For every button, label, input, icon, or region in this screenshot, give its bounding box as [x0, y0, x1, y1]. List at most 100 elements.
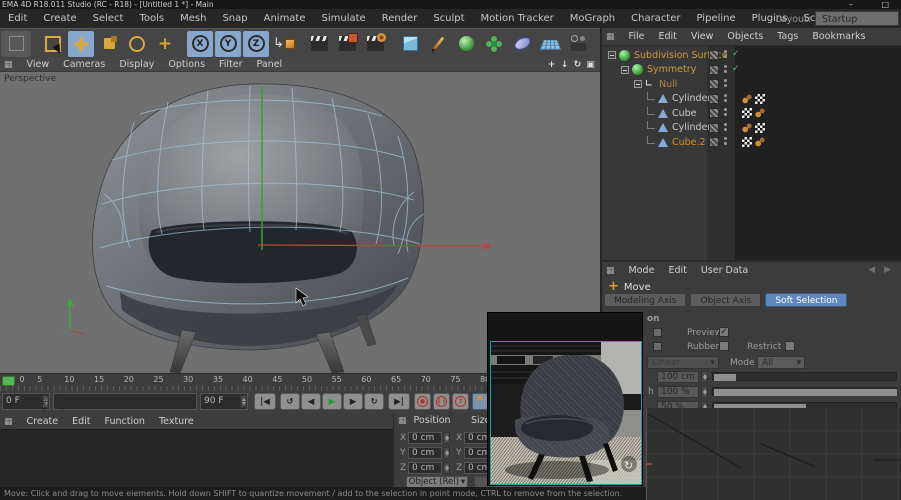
rotate-tool-button[interactable] [124, 31, 150, 57]
next-frame-button[interactable]: ▶ [343, 393, 363, 410]
rubber-key-checkbox[interactable] [653, 342, 662, 351]
object-manager-menu-view[interactable]: View [684, 28, 721, 46]
viewport-menu-cameras[interactable]: Cameras [56, 58, 112, 72]
record-active-objects-button[interactable]: ● [414, 393, 431, 410]
empty-tool-slot-button[interactable] [1, 31, 31, 57]
tab-object-axis[interactable]: Object Axis [690, 293, 761, 307]
texture-tag-icon[interactable] [755, 123, 765, 133]
loop-button[interactable]: ↻ [364, 393, 384, 410]
restore-button[interactable]: □ [881, 0, 889, 9]
phong-tag-icon[interactable] [755, 137, 765, 147]
position-z-field[interactable]: 0 cm [408, 462, 442, 474]
play-forwards-button[interactable]: ▶ [322, 393, 342, 410]
mesh-object-icon[interactable] [658, 109, 668, 118]
viewport-menu-display[interactable]: Display [112, 58, 161, 72]
render-view-button[interactable] [306, 31, 332, 57]
object-manager-menu-edit[interactable]: Edit [651, 28, 683, 46]
expander-icon[interactable] [621, 66, 629, 74]
falloff-curve-graph[interactable] [646, 408, 901, 500]
expander-icon[interactable] [634, 80, 642, 88]
viewport-panel-grid-icon[interactable]: ▦ [0, 60, 17, 70]
layer-toggle-icon[interactable] [709, 137, 719, 147]
phong-tag-icon[interactable] [755, 108, 765, 118]
attribute-manager-grid-icon[interactable]: ▦ [602, 266, 619, 276]
expander-icon[interactable] [608, 51, 616, 59]
render-settings-button[interactable] [362, 31, 388, 57]
goto-start-button[interactable]: |◀ [254, 393, 276, 410]
menu-motion-tracker[interactable]: Motion Tracker [473, 9, 562, 28]
strength-field[interactable]: 100 % [657, 386, 699, 398]
object-manager-grid-icon[interactable]: ▦ [602, 32, 619, 42]
position-stepper[interactable] [443, 447, 450, 459]
preview-key-checkbox[interactable] [653, 328, 662, 337]
menu-edit[interactable]: Edit [0, 9, 35, 28]
object-manager-menu-tags[interactable]: Tags [770, 28, 805, 46]
menu-simulate[interactable]: Simulate [314, 9, 374, 28]
keying-icon[interactable]: * [472, 393, 488, 410]
add-camera-button[interactable] [565, 31, 591, 57]
viewport-toggle-icon[interactable]: ▣ [584, 58, 597, 72]
material-manager-menu-create[interactable]: Create [20, 413, 66, 430]
object-manager-menu-file[interactable]: File [622, 28, 652, 46]
recent-tool-button[interactable] [152, 31, 178, 57]
layout-dropdown[interactable]: Startup [815, 11, 899, 26]
radius-field[interactable]: 100 cm [657, 371, 699, 383]
viewport-rotate-icon[interactable]: ↻ [571, 58, 584, 72]
timeline-playhead[interactable] [2, 376, 15, 386]
lock-y-axis-button[interactable]: Y [215, 31, 241, 57]
menu-mograph[interactable]: MoGraph [562, 9, 623, 28]
visibility-dots-icon[interactable] [724, 123, 727, 126]
mode-dropdown[interactable]: All [757, 356, 805, 369]
layer-toggle-icon[interactable] [709, 65, 719, 75]
object-manager-menu-bookmarks[interactable]: Bookmarks [805, 28, 872, 46]
scale-tool-button[interactable] [96, 31, 122, 57]
generator-object-icon[interactable] [619, 50, 630, 61]
menu-pipeline[interactable]: Pipeline [689, 9, 744, 28]
keyframe-selection-button[interactable]: ? [452, 393, 469, 410]
menu-snap[interactable]: Snap [214, 9, 255, 28]
rubber-checkbox[interactable] [719, 341, 729, 351]
add-mograph-object-button[interactable] [481, 31, 507, 57]
material-manager[interactable]: ▦ CreateEditFunctionTexture [0, 413, 393, 487]
radius-stepper[interactable] [701, 371, 708, 383]
render-picture-viewer-button[interactable] [334, 31, 360, 57]
visibility-dots-icon[interactable] [724, 65, 727, 68]
phong-tag-icon[interactable] [742, 123, 752, 133]
viewport-camera-label[interactable]: Perspective [4, 74, 56, 84]
coordinates-grid-icon[interactable]: ▦ [394, 416, 411, 426]
restrict-checkbox[interactable] [785, 341, 795, 351]
coordinate-system-button[interactable] [271, 31, 297, 57]
layer-toggle-icon[interactable] [709, 50, 719, 60]
visibility-dots-icon[interactable] [724, 94, 727, 97]
object-manager-menu-objects[interactable]: Objects [720, 28, 770, 46]
position-x-field[interactable]: 0 cm [408, 432, 442, 444]
goto-end-button[interactable]: ▶| [388, 393, 410, 410]
visibility-dots-icon[interactable] [724, 79, 727, 82]
minimize-button[interactable]: – [849, 0, 853, 9]
object-name[interactable]: Cylinder [672, 92, 711, 105]
strength-slider[interactable] [712, 387, 897, 396]
visibility-dots-icon[interactable] [724, 50, 727, 53]
menu-render[interactable]: Render [374, 9, 426, 28]
menu-tools[interactable]: Tools [131, 9, 172, 28]
mesh-object-icon[interactable] [658, 138, 668, 147]
object-row-cube-2[interactable]: Cube.2 [602, 135, 901, 149]
material-manager-menu-function[interactable]: Function [98, 413, 152, 430]
layer-toggle-icon[interactable] [709, 79, 719, 89]
position-y-field[interactable]: 0 cm [408, 447, 442, 459]
viewport-menu-view[interactable]: View [20, 58, 57, 72]
visibility-dots-icon[interactable] [724, 108, 727, 111]
position-stepper[interactable] [443, 462, 450, 474]
preview-checkbox[interactable]: ✓ [719, 327, 729, 337]
move-tool-button[interactable] [68, 31, 94, 57]
falloff-dropdown[interactable]: Linear [647, 356, 719, 369]
enabled-check-icon[interactable]: ✓ [732, 48, 740, 61]
viewport-menu-panel[interactable]: Panel [250, 58, 290, 72]
layer-toggle-icon[interactable] [709, 108, 719, 118]
layer-toggle-icon[interactable] [709, 123, 719, 133]
menu-mesh[interactable]: Mesh [172, 9, 214, 28]
add-environment-button[interactable] [537, 31, 563, 57]
null-object-icon[interactable]: ∟ [645, 78, 656, 91]
add-deformer-button[interactable] [509, 31, 535, 57]
lock-z-axis-button[interactable]: Z [243, 31, 269, 57]
